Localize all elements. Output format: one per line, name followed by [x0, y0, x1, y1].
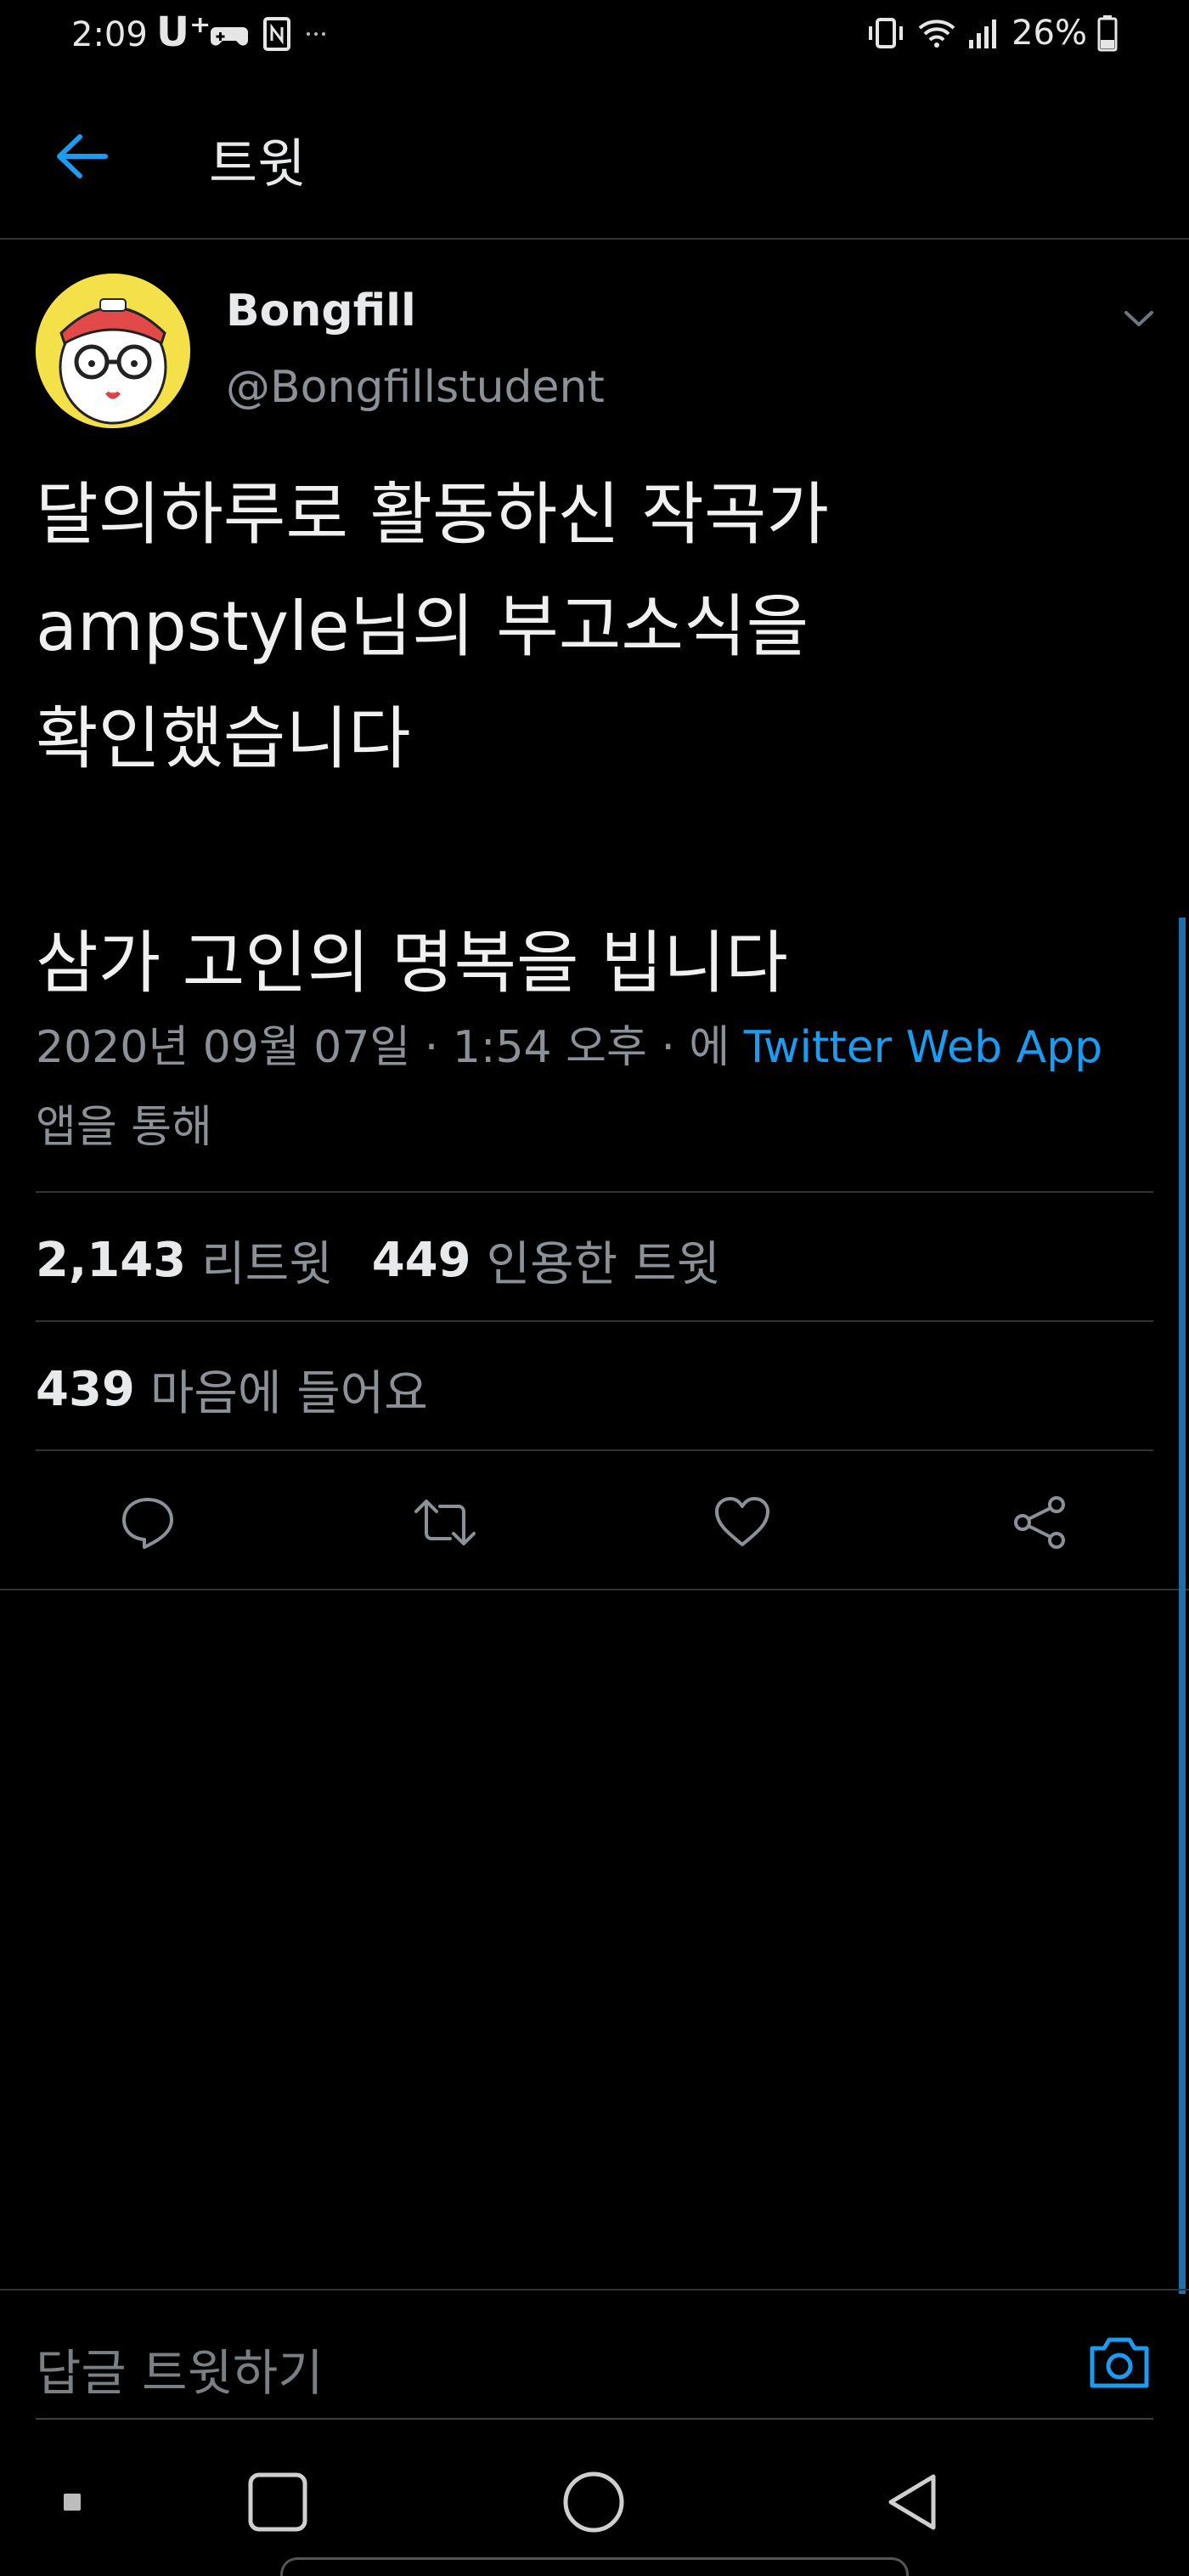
small-square-icon: [64, 2494, 81, 2511]
back-arrow-icon: [57, 134, 108, 178]
like-stats-row: 439 마음에 들어요: [36, 1325, 428, 1453]
scrollbar[interactable]: [1179, 918, 1186, 2294]
retweet-label[interactable]: 리트윗: [201, 1226, 333, 1295]
more-dots-icon: [307, 32, 325, 36]
nfc-icon: [263, 17, 290, 51]
status-time: 2:09: [71, 15, 148, 54]
system-nav-bar: [0, 2430, 1189, 2576]
reply-input[interactable]: 답글 트윗하기: [36, 2333, 324, 2404]
divider: [36, 1320, 1153, 1322]
retweet-button[interactable]: [411, 1489, 479, 1556]
retweet-count[interactable]: 2,143: [36, 1233, 186, 1288]
back-nav-button[interactable]: [875, 2464, 951, 2540]
wifi-icon: [918, 20, 955, 48]
battery-icon: [1097, 15, 1118, 52]
quote-count[interactable]: 449: [372, 1233, 471, 1288]
divider: [36, 1191, 1153, 1193]
back-button[interactable]: [48, 122, 116, 190]
like-button[interactable]: [708, 1489, 776, 1556]
battery-percent: 26%: [1011, 14, 1087, 53]
like-icon: [715, 1497, 769, 1546]
divider: [36, 1449, 1153, 1451]
tweet-source-suffix: 앱을 통해: [36, 1102, 212, 1153]
camera-button[interactable]: [1085, 2328, 1153, 2396]
gesture-pill: [280, 2557, 909, 2576]
vibrate-icon: [869, 18, 904, 48]
recent-apps-button[interactable]: [239, 2464, 316, 2540]
like-count[interactable]: 439: [36, 1362, 135, 1417]
retweet-icon: [414, 1500, 476, 1545]
status-left-icons: [211, 17, 326, 51]
avatar-illustration: [36, 274, 190, 428]
status-carrier: U⁺: [156, 8, 211, 56]
signal-icon: [969, 20, 997, 48]
home-circle-icon: [563, 2471, 624, 2533]
back-triangle-icon: [888, 2474, 936, 2530]
recent-apps-icon: [248, 2472, 307, 2532]
tweet-timestamp: 2020년 09월 07일 · 1:54 오후 · 에: [36, 1022, 730, 1073]
tweet-source-link[interactable]: Twitter Web App: [744, 1022, 1102, 1073]
share-icon: [1014, 1496, 1065, 1549]
nav-dot-button[interactable]: [34, 2464, 110, 2540]
like-label[interactable]: 마음에 들어요: [150, 1355, 428, 1424]
author-handle[interactable]: @Bongfillstudent: [226, 362, 605, 413]
home-button[interactable]: [555, 2464, 632, 2540]
avatar[interactable]: [36, 274, 190, 428]
tweet-header: 트윗: [0, 78, 1189, 240]
status-right: 26%: [865, 14, 1118, 53]
retweet-stats-row: 2,143 리트윗 449 인용한 트윗: [36, 1196, 720, 1324]
divider: [0, 1589, 1189, 1590]
page-title: 트윗: [209, 133, 307, 195]
game-controller-icon: [211, 27, 248, 46]
author-name[interactable]: Bongfill: [226, 285, 416, 336]
tweet-text: 달의하루로 활동하신 작곡가 ampstyle님의 부고소식을 확인했습니다 삼…: [36, 475, 830, 1003]
share-button[interactable]: [1006, 1489, 1073, 1556]
status-bar: 2:09 U⁺ 26%: [0, 0, 1189, 78]
quote-label[interactable]: 인용한 트윗: [487, 1226, 720, 1295]
camera-icon: [1090, 2337, 1149, 2388]
reply-button[interactable]: [114, 1489, 182, 1556]
reply-underline: [36, 2418, 1153, 2420]
reply-icon: [122, 1498, 173, 1549]
tweet-options-button[interactable]: [1118, 297, 1160, 340]
tweet-actions: [0, 1453, 1189, 1589]
reply-bar: 답글 트윗하기: [0, 2289, 1189, 2420]
tweet-meta: 2020년 09월 07일 · 1:54 오후 · 에 Twitter Web …: [36, 1008, 1165, 1167]
chevron-down-icon: [1124, 311, 1153, 326]
